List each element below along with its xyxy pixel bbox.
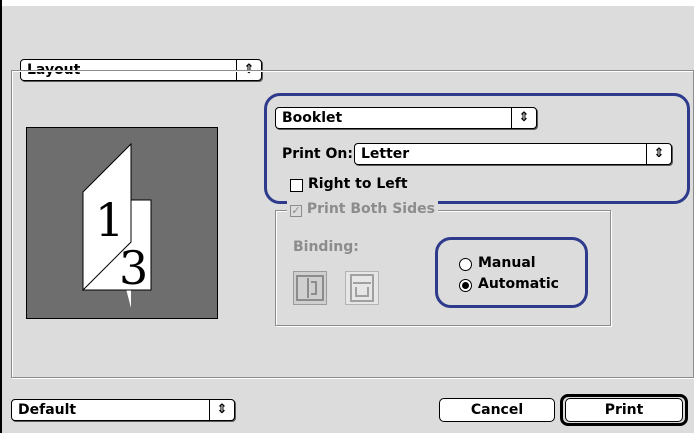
print-both-sides-checkbox[interactable]: ✓ bbox=[290, 205, 302, 217]
popup-arrows-icon: ⇕ bbox=[209, 400, 234, 420]
print-both-sides-label: Print Both Sides bbox=[306, 201, 435, 217]
presets-popup-label: Default bbox=[18, 402, 77, 418]
binding-left-icon bbox=[296, 275, 324, 301]
booklet-preview: 1 3 bbox=[26, 127, 218, 319]
binding-top-icon bbox=[350, 274, 374, 302]
top-strip bbox=[2, 0, 694, 6]
binding-top-button[interactable] bbox=[345, 271, 379, 305]
presets-popup[interactable]: Default ⇕ bbox=[11, 399, 235, 421]
cancel-button[interactable]: Cancel bbox=[439, 398, 555, 422]
binding-label: Binding: bbox=[293, 239, 359, 255]
print-button[interactable]: Print bbox=[565, 398, 683, 422]
preview-page-back: 3 bbox=[119, 241, 148, 295]
binding-left-button[interactable] bbox=[293, 271, 327, 305]
booklet-options-highlight bbox=[264, 93, 690, 204]
preview-page-front: 1 bbox=[95, 193, 124, 247]
duplex-mode-highlight bbox=[435, 237, 588, 308]
print-dialog: Layout ⇕ 1 3 Booklet ⇕ Print On: Letter … bbox=[0, 0, 694, 433]
booklet-preview-icon: 1 3 bbox=[82, 142, 152, 308]
print-both-sides-header: ✓ Print Both Sides bbox=[287, 201, 438, 217]
